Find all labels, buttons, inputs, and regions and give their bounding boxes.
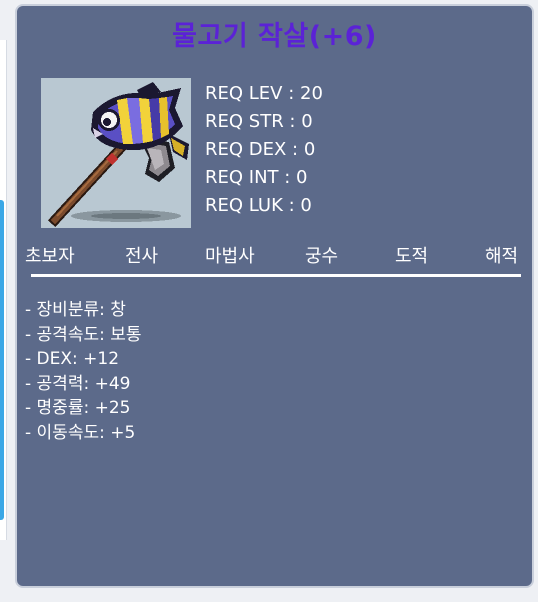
background-window-edge <box>0 40 7 540</box>
req-int: REQ INT : 0 <box>205 167 308 188</box>
job-beginner: 초보자 <box>25 246 75 267</box>
stat-accuracy: - 명중률: +25 <box>25 398 131 418</box>
job-warrior: 전사 <box>125 246 159 267</box>
job-magician: 마법사 <box>205 246 255 267</box>
stat-dex: - DEX: +12 <box>25 349 120 369</box>
req-str: REQ STR : 0 <box>205 111 313 132</box>
background-accent-bar <box>0 200 4 520</box>
job-list: 초보자 전사 마법사 궁수 도적 해적 <box>25 242 525 272</box>
item-stats: - 장비분류: 창 - 공격속도: 보통 - DEX: +12 - 공격력: +… <box>25 298 142 445</box>
item-tooltip: 물고기 작살(+6) REQ LEV: 20 REQ STR: 0 REQ … <box>15 4 534 588</box>
item-title: 물고기 작살(+6) <box>172 21 377 52</box>
stat-speed: - 이동속도: +5 <box>25 422 136 443</box>
item-icon-frame <box>41 78 191 228</box>
job-bowman: 궁수 <box>305 246 339 267</box>
requirements-list: REQ LEV : 20 REQ STR : 0 REQ DEX : 0 REQ… <box>205 80 323 220</box>
stat-attack: - 공격력: +49 <box>25 373 131 394</box>
req-level: REQ LEV : 20 <box>205 83 323 104</box>
divider <box>31 274 521 277</box>
job-pirate: 해적 <box>485 246 519 267</box>
fish-harpoon-icon <box>47 82 189 228</box>
stat-attack-speed: - 공격속도: 보통 <box>25 324 142 345</box>
stat-equip-type: - 장비분류: 창 <box>25 300 126 320</box>
req-luk: REQ LUK : 0 <box>205 195 312 216</box>
job-thief: 도적 <box>395 246 429 267</box>
req-dex: REQ DEX : 0 <box>205 139 316 160</box>
